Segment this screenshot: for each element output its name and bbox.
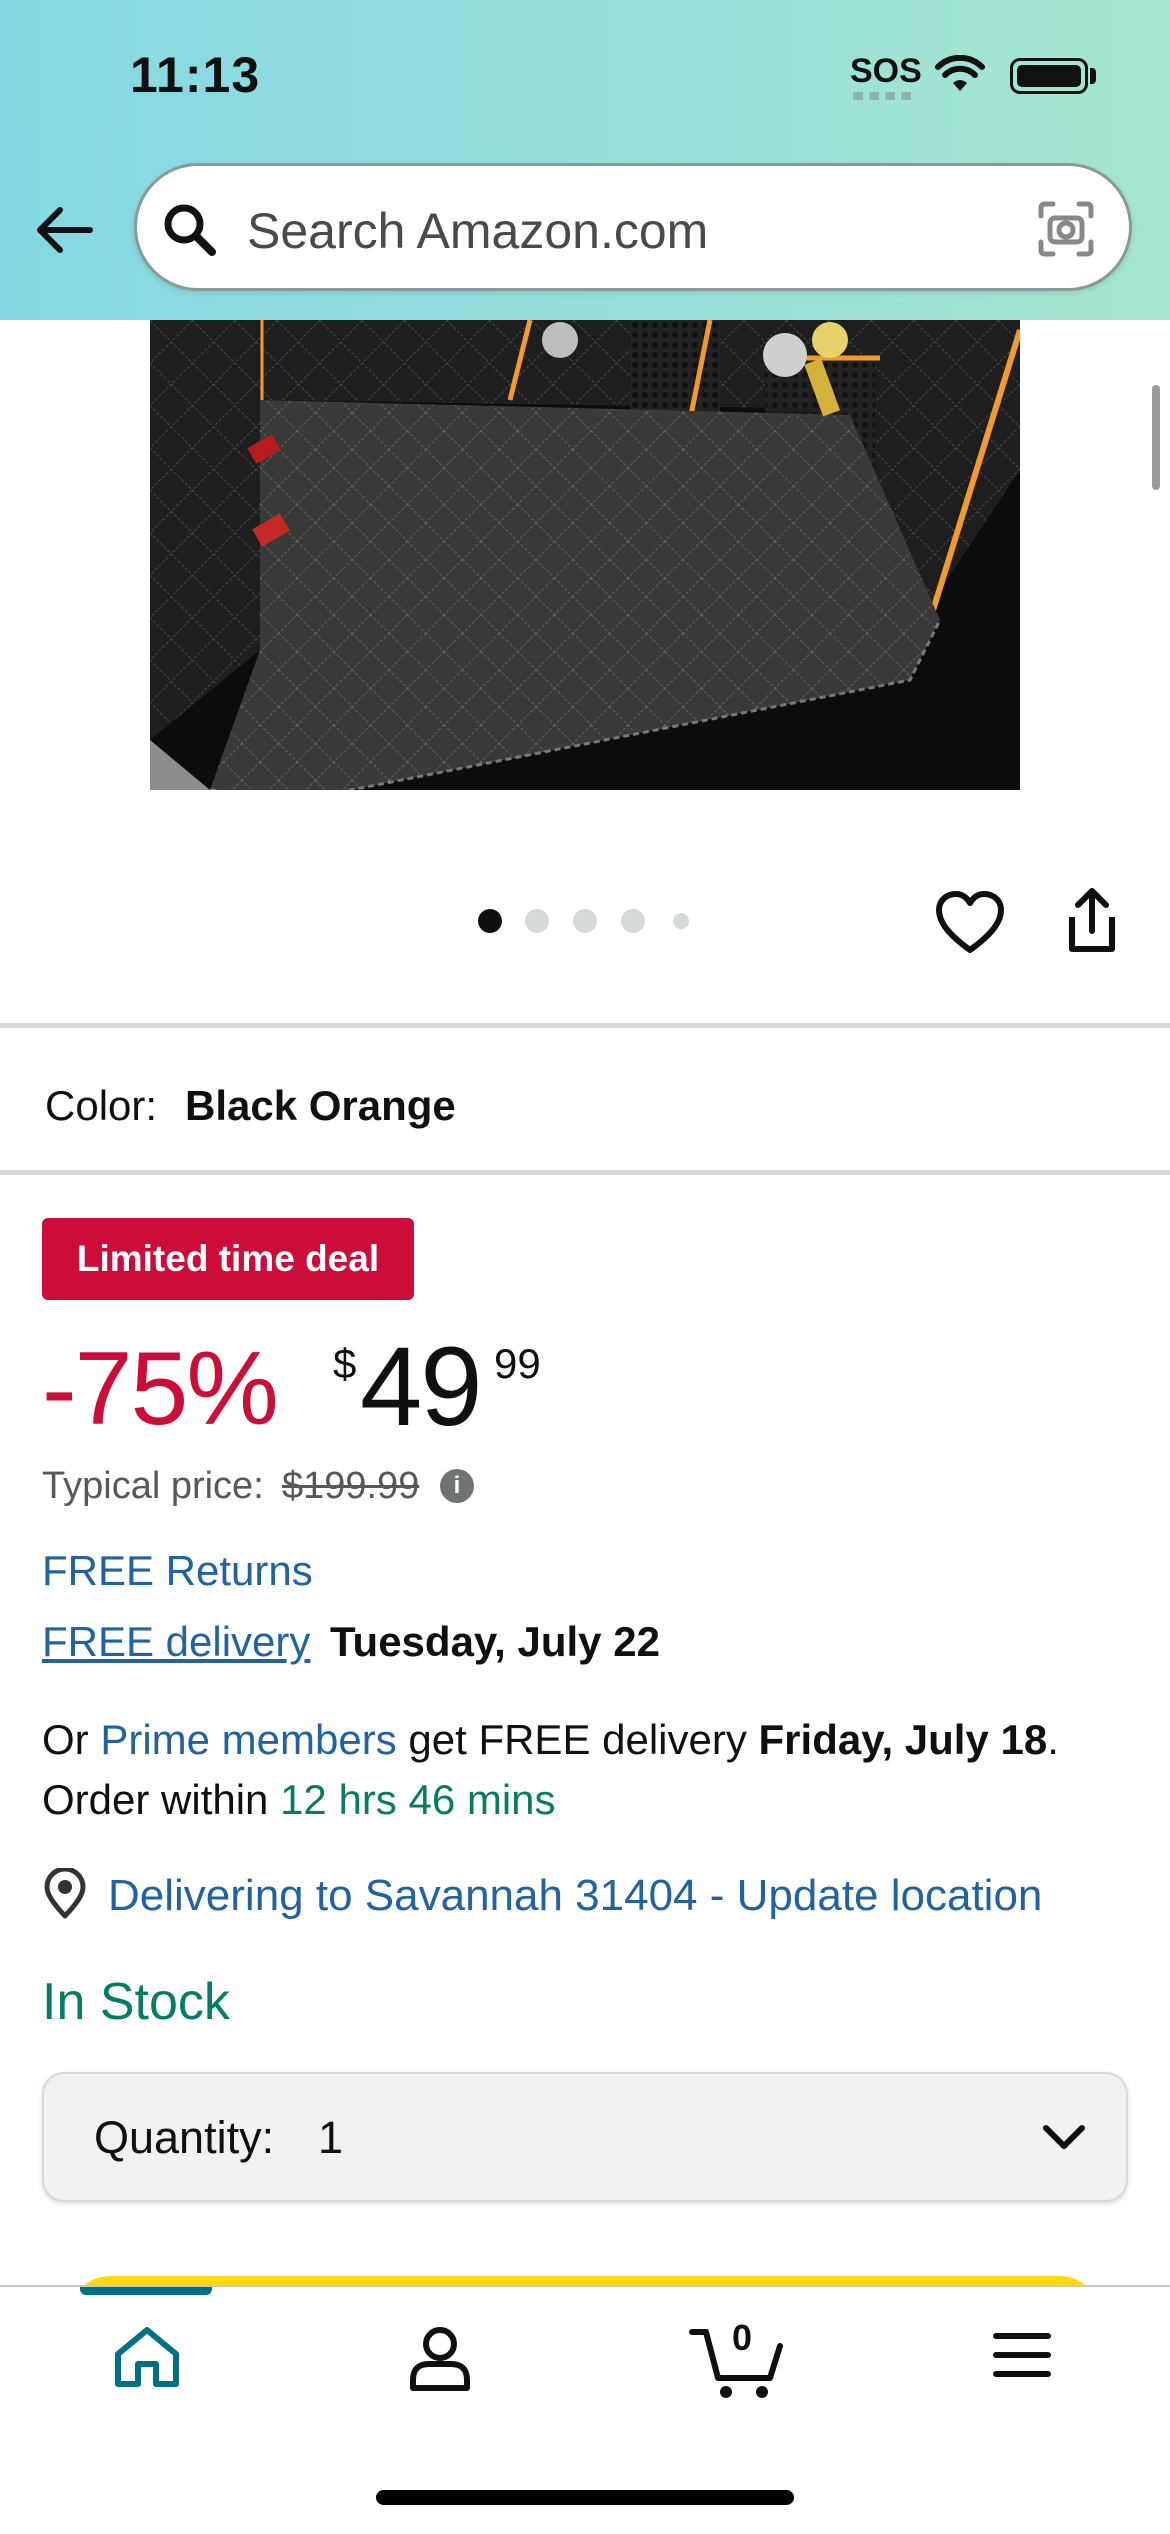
prime-delivery-line: Or Prime members get FREE delivery Frida… xyxy=(42,1716,1059,1764)
battery-nub xyxy=(1090,68,1096,84)
price-whole: 49 xyxy=(360,1324,483,1449)
typical-price-label: Typical price: xyxy=(42,1465,264,1507)
product-image[interactable] xyxy=(150,320,1020,790)
price-fraction: 99 xyxy=(494,1340,541,1387)
color-value: Black Orange xyxy=(185,1082,456,1129)
scrollbar-thumb[interactable] xyxy=(1152,385,1160,490)
carousel-dot[interactable] xyxy=(621,909,645,933)
prime-suffix: . xyxy=(1047,1716,1059,1763)
chevron-down-icon xyxy=(1043,2125,1085,2149)
menu-icon[interactable] xyxy=(992,2330,1052,2380)
order-countdown: 12 hrs 46 mins xyxy=(280,1776,556,1823)
battery-icon xyxy=(1010,58,1088,94)
info-icon[interactable]: i xyxy=(440,1469,474,1503)
home-indicator-bar xyxy=(376,2490,794,2505)
search-input[interactable] xyxy=(245,195,1009,267)
color-label: Color: xyxy=(45,1082,158,1129)
sos-indicator: SOS xyxy=(850,52,922,90)
product-photo-drawing xyxy=(150,320,1020,790)
camera-icon[interactable] xyxy=(1035,198,1097,260)
prime-members-link[interactable]: Prime members xyxy=(100,1716,396,1763)
cart-count-badge: 0 xyxy=(731,2317,753,2358)
limited-deal-badge: Limited time deal xyxy=(42,1218,414,1300)
wifi-icon xyxy=(935,55,985,91)
heart-icon[interactable] xyxy=(935,890,1005,956)
section-divider xyxy=(0,1170,1170,1175)
order-prefix: Order within xyxy=(42,1776,281,1823)
home-icon[interactable] xyxy=(112,2324,182,2390)
carousel-dot[interactable] xyxy=(573,909,597,933)
carousel-dot[interactable] xyxy=(525,909,549,933)
carousel-dot-active[interactable] xyxy=(478,909,502,933)
search-icon xyxy=(164,204,216,256)
cell-signal-icon xyxy=(853,92,915,100)
discount-percent: -75% xyxy=(42,1331,279,1447)
free-delivery-link[interactable]: FREE delivery xyxy=(42,1618,310,1666)
quantity-value: 1 xyxy=(318,2112,344,2163)
back-arrow-icon[interactable] xyxy=(30,200,100,260)
delivery-date: Tuesday, July 22 xyxy=(330,1618,660,1665)
location-pin-icon xyxy=(44,1868,86,1919)
stock-status: In Stock xyxy=(42,1973,230,2031)
price-currency: $ xyxy=(333,1340,357,1387)
free-returns-link[interactable]: FREE Returns xyxy=(42,1547,313,1595)
account-icon[interactable] xyxy=(405,2324,475,2394)
prime-delivery-date: Friday, July 18 xyxy=(758,1716,1048,1763)
prime-middle: get FREE delivery xyxy=(396,1716,759,1763)
quantity-label: Quantity: xyxy=(94,2112,275,2163)
delivery-location-link[interactable]: Delivering to Savannah 31404 - Update lo… xyxy=(108,1871,1042,1921)
typical-price-value: $199.99 xyxy=(282,1465,420,1507)
carousel-dot-small[interactable] xyxy=(673,913,689,929)
share-icon[interactable] xyxy=(1060,885,1124,957)
active-tab-indicator xyxy=(80,2287,212,2295)
prime-prefix: Or xyxy=(42,1716,101,1763)
status-time: 11:13 xyxy=(130,47,261,103)
section-divider xyxy=(0,1023,1170,1028)
order-within-line: Order within 12 hrs 46 mins xyxy=(42,1776,556,1824)
